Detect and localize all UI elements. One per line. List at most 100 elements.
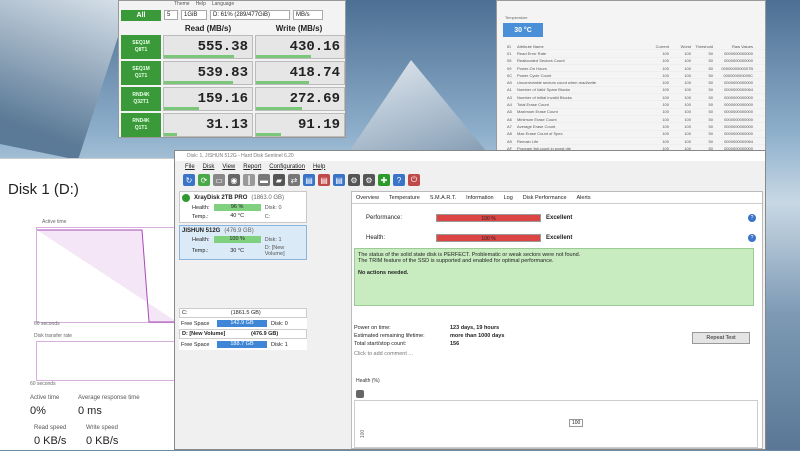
tab-disk-performance[interactable]: Disk Performance xyxy=(523,195,567,201)
table-row[interactable]: A9 Remain Life 100 100 50 0000000000064 xyxy=(507,138,765,146)
health-graph: 100 100 xyxy=(354,400,758,448)
cell-wor: 100 xyxy=(684,87,691,93)
health-bar: 100 % xyxy=(436,234,541,242)
power-icon[interactable]: ⏻ xyxy=(408,174,420,186)
help-icon[interactable]: ? xyxy=(393,174,405,186)
details-pane: Overview Temperature S.M.A.R.T. Informat… xyxy=(351,191,763,449)
unit-select[interactable]: MB/s xyxy=(293,10,323,20)
table-row[interactable]: A5 Maximum Erase Count 100 100 50 00000000000… xyxy=(507,109,765,116)
cell-wor: 100 xyxy=(684,138,691,144)
cell-name: Read Error Rate xyxy=(517,50,547,56)
menu-view[interactable]: View xyxy=(222,164,235,170)
test-button[interactable]: SEQ1M Q1T1 xyxy=(121,61,161,85)
tab-temperature[interactable]: Temperature xyxy=(389,195,420,201)
menu-theme[interactable]: Theme xyxy=(174,1,190,9)
status-message[interactable]: The status of the solid state disk is PE… xyxy=(354,248,754,306)
status-ok-icon xyxy=(182,194,190,202)
repeat-test-button[interactable]: Repeat Test xyxy=(692,332,750,344)
report-save-icon[interactable]: ▤ xyxy=(333,174,345,186)
settings-icon[interactable]: ⚙ xyxy=(348,174,360,186)
avg-response-value: 0 ms xyxy=(78,405,102,417)
table-row[interactable]: 01 Read Error Rate 100 100 50 0000000000000 xyxy=(507,50,765,58)
table-row[interactable]: 0C Power Cycle Count 100 100 50 000000000009C xyxy=(507,72,765,80)
table-row[interactable]: A3 Number of Initial Invalid Blocks 100 100… xyxy=(507,94,765,102)
refresh-icon[interactable]: ↻ xyxy=(183,174,195,186)
temperature-icon[interactable]: ┃ xyxy=(243,174,255,186)
partition-header[interactable]: D: [New Volume] (476.9 GB) xyxy=(179,329,307,339)
seconds-label-2: 60 seconds xyxy=(30,381,56,387)
all-button[interactable]: All xyxy=(121,9,161,21)
drive-select[interactable]: D: 61% (289/477GiB) xyxy=(210,10,290,20)
crystaldiskmark-window: Theme Help Language All 5 1GiB D: 61% (2… xyxy=(118,0,346,138)
cell-name: Number of Initial Invalid Blocks xyxy=(517,94,572,100)
cell-thr: 50 xyxy=(708,50,713,56)
cdm-menu: Theme Help Language xyxy=(119,1,345,9)
partition-header[interactable]: C: (1861.5 GB) xyxy=(179,308,307,318)
write-speed-title: Write speed xyxy=(86,425,118,431)
table-row[interactable]: A1 Number of Valid Spare Blocks 100 100 50 00… xyxy=(507,87,765,95)
table-row[interactable]: A4 Total Erase Count 100 100 50 0000000000000 xyxy=(507,101,765,109)
cell-cur: 100 xyxy=(662,58,669,64)
menu-help[interactable]: Help xyxy=(313,164,325,170)
write-value: 418.74 xyxy=(255,61,345,85)
table-row[interactable]: A0 Uncorrectable sectors count when read/… xyxy=(507,79,765,87)
cell-raw: 0000000000000 xyxy=(724,131,753,137)
menu-report[interactable]: Report xyxy=(243,164,261,170)
test-button[interactable]: RND4K Q1T1 xyxy=(121,113,161,137)
tab-alerts[interactable]: Alerts xyxy=(577,195,591,201)
tab-smart[interactable]: S.M.A.R.T. xyxy=(430,195,456,201)
help-icon[interactable]: ? xyxy=(748,234,756,242)
menu-language[interactable]: Language xyxy=(212,1,234,9)
performance-bar: 100 % xyxy=(436,214,541,222)
tab-overview[interactable]: Overview xyxy=(356,195,379,201)
cell-wor: 100 xyxy=(684,131,691,137)
table-row[interactable]: A7 Average Erase Count 100 100 50 00000000000… xyxy=(507,123,765,131)
cell-raw: 0000000000000 xyxy=(724,102,753,108)
menu-bar: File Disk View Report Configuration Help xyxy=(175,161,765,172)
menu-configuration[interactable]: Configuration xyxy=(269,164,305,170)
menu-file[interactable]: File xyxy=(185,164,195,170)
cell-id: A6 xyxy=(507,116,512,122)
test-button[interactable]: RND4K Q32T1 xyxy=(121,87,161,111)
runs-select[interactable]: 5 xyxy=(164,10,178,20)
menu-disk[interactable]: Disk xyxy=(203,164,215,170)
cell-thr: 50 xyxy=(708,94,713,100)
health-icon[interactable]: ✚ xyxy=(378,174,390,186)
camera-icon[interactable]: ◉ xyxy=(228,174,240,186)
report-send-icon[interactable]: ▤ xyxy=(318,174,330,186)
save-icon[interactable] xyxy=(356,390,364,398)
comment-link[interactable]: Click to add comment ... xyxy=(354,351,413,357)
tab-information[interactable]: Information xyxy=(466,195,494,201)
tab-log[interactable]: Log xyxy=(504,195,513,201)
tools-icon[interactable]: ▬ xyxy=(258,174,270,186)
disk-item-selected[interactable]: JISHUN 512G (476.9 GB) Health: 100 % Disk: … xyxy=(179,225,307,260)
test-button[interactable]: SEQ1M Q8T1 xyxy=(121,35,161,59)
table-row[interactable]: 09 Power-On Hours 100 100 50 0000000000007B xyxy=(507,65,765,73)
cell-id: 09 xyxy=(507,65,512,71)
cell-thr: 50 xyxy=(708,72,713,78)
help-icon[interactable]: ? xyxy=(748,214,756,222)
disk-icon[interactable]: ▭ xyxy=(213,174,225,186)
report-icon[interactable]: ▤ xyxy=(303,174,315,186)
arrows-icon[interactable]: ⇄ xyxy=(288,174,300,186)
cell-cur: 100 xyxy=(662,102,669,108)
disk-item[interactable]: XrayDisk 2TB PRO (1863.0 GB) Health: 96 % D… xyxy=(179,191,307,223)
hard-disk-sentinel-window: Disk: 1, JISHUN 512G - Hard Disk Sentine… xyxy=(174,150,766,450)
menu-help[interactable]: Help xyxy=(196,1,206,9)
sensor-icon[interactable]: ▰ xyxy=(273,174,285,186)
write-value: 91.19 xyxy=(255,113,345,137)
cell-raw: 0000000000064 xyxy=(724,138,753,144)
table-row[interactable]: A6 Minimum Erase Count 100 100 50 00000000000… xyxy=(507,116,765,124)
size-select[interactable]: 1GiB xyxy=(181,10,207,20)
options-icon[interactable]: ⚙ xyxy=(363,174,375,186)
table-row[interactable]: A8 Max Erase Count of Spec 100 100 50 0000000… xyxy=(507,131,765,138)
cell-thr: 50 xyxy=(708,87,713,93)
performance-meter: Performance: 100 % Excellent ? xyxy=(356,214,760,222)
table-row[interactable]: 05 Reallocated Sectors Count 100 100 50 00000… xyxy=(507,58,765,65)
cell-cur: 100 xyxy=(662,116,669,122)
read-value: 539.83 xyxy=(163,61,253,85)
toolbar: ↻ ⟳ ▭ ◉ ┃ ▬ ▰ ⇄ ▤ ▤ ▤ ⚙ ⚙ ✚ ? ⏻ xyxy=(175,172,765,188)
refresh-all-icon[interactable]: ⟳ xyxy=(198,174,210,186)
cell-thr: 50 xyxy=(708,80,713,86)
cell-thr: 50 xyxy=(708,102,713,108)
